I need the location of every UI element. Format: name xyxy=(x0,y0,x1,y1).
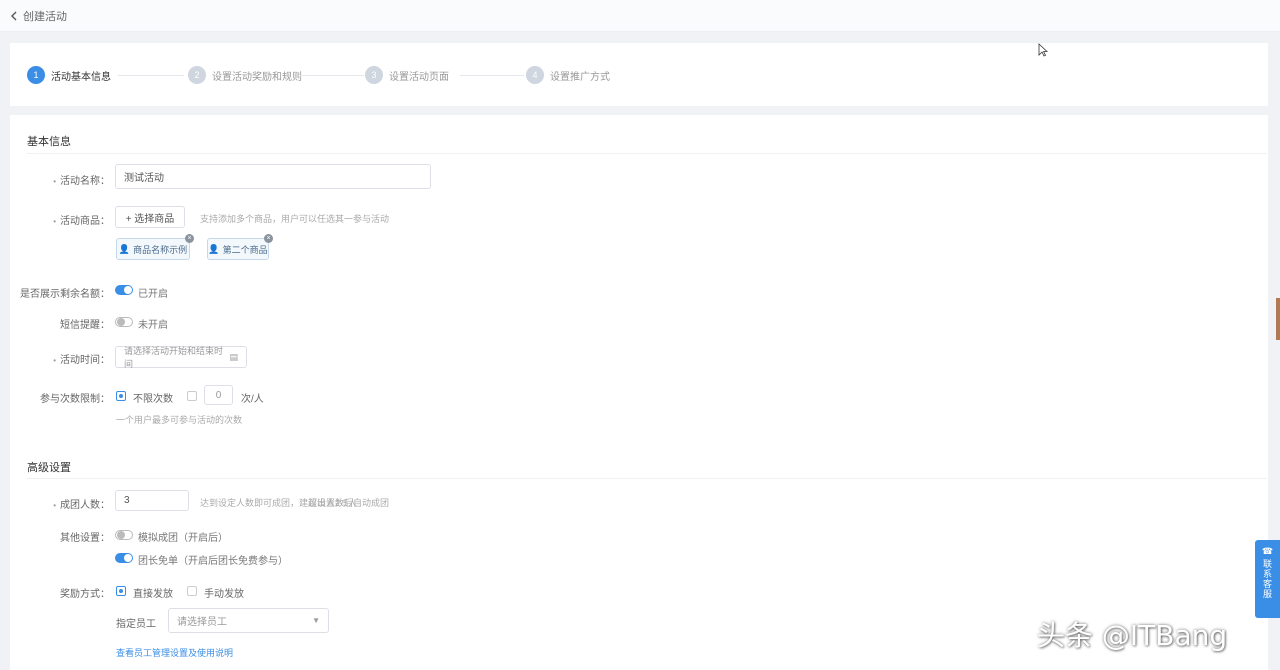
scrollbar-thumb[interactable] xyxy=(1276,298,1280,340)
sms-toggle[interactable] xyxy=(115,317,133,327)
watermark: 头条 @ITBang xyxy=(1037,619,1228,652)
group-size-input[interactable]: 3 xyxy=(115,490,189,511)
simulate-group-label: 模拟成团（开启后） xyxy=(138,533,228,544)
leader-free-toggle[interactable] xyxy=(115,553,133,563)
staff-placeholder: 请选择员工 xyxy=(177,617,227,628)
step-connector xyxy=(118,75,184,76)
product-hint: 支持添加多个商品，用户可以任选其一参与活动 xyxy=(200,214,390,224)
step-dot: 2 xyxy=(188,66,206,84)
step-1[interactable]: 1 活动基本信息 xyxy=(27,66,111,84)
section-title-advanced: 高级设置 xyxy=(27,462,71,474)
limit-count-input[interactable]: 0 xyxy=(204,385,233,405)
section-divider xyxy=(27,153,1267,154)
product-tag-label: 第二个商品 xyxy=(222,244,268,255)
activity-time-picker[interactable]: 请选择活动开始和结束时间 ▤ xyxy=(115,346,247,369)
reward-label: 奖励方式： xyxy=(60,589,110,600)
contact-service-label: 联系客服 xyxy=(1262,559,1272,599)
product-tag: 👤 第二个商品 × xyxy=(207,234,273,260)
show-stock-state: 已开启 xyxy=(138,289,168,300)
user-icon: 👤 xyxy=(118,243,131,254)
options-label: 其他设置： xyxy=(60,533,110,544)
remove-tag-icon[interactable]: × xyxy=(264,234,273,243)
step-dot: 3 xyxy=(365,66,383,84)
reward-manual-label: 手动发放 xyxy=(204,589,244,600)
chevron-left-icon xyxy=(11,11,17,20)
step-label: 设置活动页面 xyxy=(389,71,449,83)
staff-label: 指定员工 xyxy=(116,619,156,630)
limit-suffix: 次/人 xyxy=(241,394,264,405)
reward-manual-radio[interactable] xyxy=(187,586,197,596)
step-4[interactable]: 4 设置推广方式 xyxy=(526,66,610,84)
step-2[interactable]: 2 设置活动奖励和规则 xyxy=(188,66,302,84)
step-connector xyxy=(300,75,364,76)
mouse-cursor-icon xyxy=(1038,43,1048,57)
top-bar: 创建活动 xyxy=(0,0,1280,32)
select-product-button[interactable]: + 选择商品 xyxy=(115,206,185,228)
step-label: 活动基本信息 xyxy=(51,71,111,83)
back-label: 创建活动 xyxy=(23,10,67,23)
product-tag: 👤 商品名称示例 × xyxy=(116,234,194,260)
sms-label: 短信提醒： xyxy=(60,320,110,331)
staff-help-link[interactable]: 查看员工管理设置及使用说明 xyxy=(116,646,233,659)
reward-direct-radio[interactable] xyxy=(116,586,126,596)
limit-label: 参与次数限制： xyxy=(40,394,110,405)
group-size-hint-2: 超出人数后自动成团 xyxy=(308,498,390,508)
step-label: 设置推广方式 xyxy=(550,71,610,83)
step-label: 设置活动奖励和规则 xyxy=(212,71,302,83)
steps-card: 1 活动基本信息 2 设置活动奖励和规则 3 设置活动页面 4 设置推广方式 xyxy=(10,43,1268,106)
simulate-group-toggle[interactable] xyxy=(115,530,133,540)
section-divider xyxy=(27,478,1267,479)
time-placeholder: 请选择活动开始和结束时间 xyxy=(124,346,224,369)
step-3[interactable]: 3 设置活动页面 xyxy=(365,66,449,84)
product-tag-label: 商品名称示例 xyxy=(133,244,188,255)
headset-icon: ☎ xyxy=(1261,546,1274,556)
calendar-icon: ▤ xyxy=(229,351,238,362)
form-card: 基本信息 活动名称： 测试活动 活动商品： + 选择商品 支持添加多个商品，用户… xyxy=(10,115,1268,670)
name-label: 活动名称： xyxy=(10,172,110,187)
show-stock-label: 是否展示剩余名额： xyxy=(20,289,110,300)
product-label: 活动商品： xyxy=(10,212,110,227)
leader-free-label: 团长免单（开启后团长免费参与） xyxy=(138,556,288,567)
activity-name-input[interactable]: 测试活动 xyxy=(115,164,431,189)
remove-tag-icon[interactable]: × xyxy=(185,234,194,243)
group-size-label: 成团人数： xyxy=(10,496,110,511)
limit-unlimited-label: 不限次数 xyxy=(133,394,173,405)
limit-unlimited-radio[interactable] xyxy=(116,391,126,401)
chevron-down-icon: ▼ xyxy=(312,616,320,625)
step-dot: 4 xyxy=(526,66,544,84)
time-label: 活动时间： xyxy=(10,351,110,366)
section-title-basic: 基本信息 xyxy=(27,136,71,148)
show-stock-toggle[interactable] xyxy=(115,285,133,295)
limit-hint: 一个用户最多可参与活动的次数 xyxy=(116,415,243,425)
step-connector xyxy=(460,75,524,76)
staff-select[interactable]: 请选择员工 ▼ xyxy=(168,608,329,633)
limit-custom-radio[interactable] xyxy=(187,391,197,401)
reward-direct-label: 直接发放 xyxy=(133,589,173,600)
back-button[interactable]: 创建活动 xyxy=(10,8,67,24)
user-icon: 👤 xyxy=(208,243,220,254)
contact-service-tab[interactable]: ☎ 联系客服 xyxy=(1255,540,1280,618)
step-dot: 1 xyxy=(27,66,45,84)
sms-state: 未开启 xyxy=(138,320,168,331)
